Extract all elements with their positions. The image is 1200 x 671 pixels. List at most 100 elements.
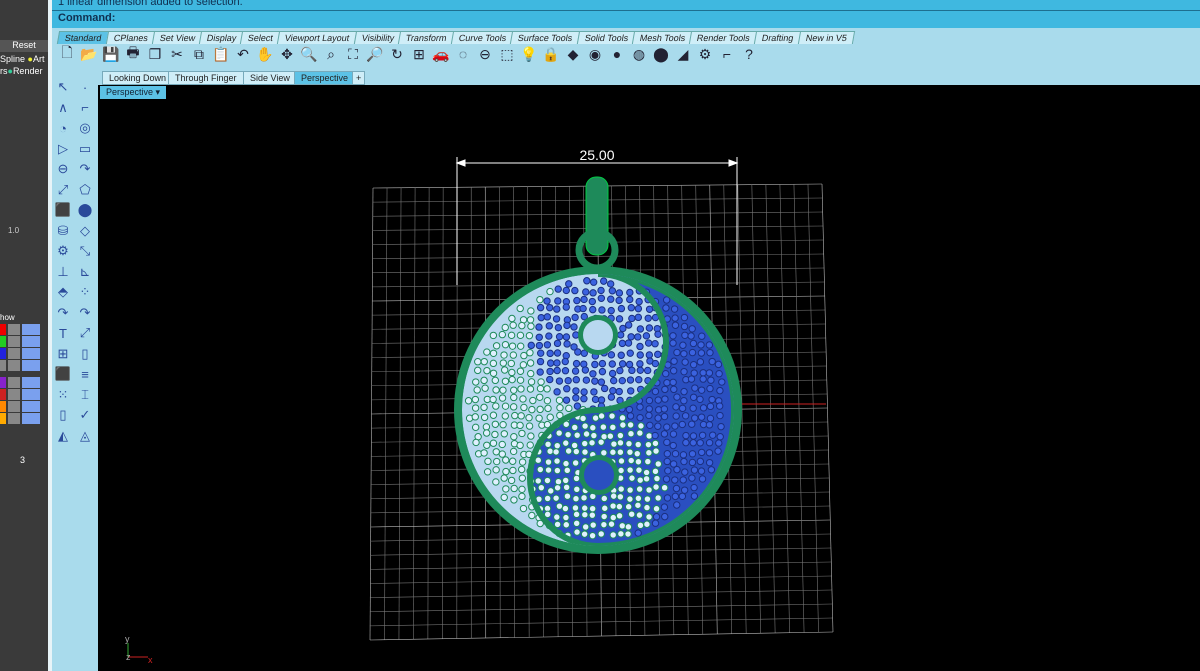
render-icon[interactable]: ◢ xyxy=(674,45,692,63)
new-file-icon[interactable]: 🗋 xyxy=(58,44,76,63)
tool-icon-7[interactable]: ▭ xyxy=(76,140,94,158)
layer-row[interactable] xyxy=(0,401,40,412)
layer-row[interactable] xyxy=(0,324,40,335)
zoom-icon[interactable]: 🔍 xyxy=(300,45,318,63)
tool-icon-16[interactable]: ⚙ xyxy=(54,242,72,260)
paste-icon[interactable]: 📋 xyxy=(212,45,230,63)
tool-icon-25[interactable]: ⤢ xyxy=(76,324,94,342)
toolbar-tab-curve-tools[interactable]: Curve Tools xyxy=(450,31,515,44)
dimension-icon[interactable]: ⌐ xyxy=(718,45,736,63)
tool-icon-24[interactable]: T xyxy=(54,324,72,342)
four-viewports-icon[interactable]: ⊞ xyxy=(410,45,428,63)
tool-icon-26[interactable]: ⊞ xyxy=(54,345,72,363)
tool-icon-23[interactable]: ↷ xyxy=(76,304,94,322)
shaded-sphere-icon[interactable]: ◍ xyxy=(630,45,648,63)
tab-perspective[interactable]: Perspective xyxy=(294,71,356,85)
options-icon[interactable]: ⚙ xyxy=(696,45,714,63)
layer-row[interactable] xyxy=(0,360,40,371)
zoom-extents-icon[interactable]: ⛶ xyxy=(344,45,362,63)
tool-icon-30[interactable]: ⁙ xyxy=(54,386,72,404)
tool-icon-34[interactable]: ◭ xyxy=(54,427,72,445)
tool-icon-20[interactable]: ⬘ xyxy=(54,283,72,301)
tool-icon-33[interactable]: ✓ xyxy=(76,406,94,424)
tool-icon-19[interactable]: ⊾ xyxy=(76,263,94,281)
light-icon[interactable]: 💡 xyxy=(520,45,538,63)
toolbar-tab-solid-tools[interactable]: Solid Tools xyxy=(576,31,637,44)
tool-icon-0[interactable]: ↖ xyxy=(54,78,72,96)
save-icon[interactable]: 💾 xyxy=(102,45,120,63)
car-icon[interactable]: 🚗 xyxy=(432,45,450,63)
perspective-viewport[interactable]: Perspective ▾ 25.00 y z x xyxy=(98,85,1200,671)
tool-icon-2[interactable]: ∧ xyxy=(54,99,72,117)
layer-list[interactable] xyxy=(0,324,40,425)
tool-icon-10[interactable]: ⤢ xyxy=(54,181,72,199)
toolbar-tab-display[interactable]: Display xyxy=(198,31,245,44)
pan-icon[interactable]: ✋ xyxy=(256,45,274,63)
toolbar-tab-surface-tools[interactable]: Surface Tools xyxy=(510,31,581,44)
reset-button[interactable]: Reset xyxy=(0,40,48,52)
color-wheel-icon[interactable]: ◉ xyxy=(586,45,604,63)
zoom-selected-icon[interactable]: 🔎 xyxy=(366,45,384,63)
tool-icon-9[interactable]: ↷ xyxy=(76,160,94,178)
tab-through-finger[interactable]: Through Finger xyxy=(168,71,244,85)
tool-icon-35[interactable]: ◬ xyxy=(76,427,94,445)
toolbar-tab-set-view[interactable]: Set View xyxy=(151,31,204,44)
tool-icon-4[interactable]: ◔ xyxy=(54,119,72,137)
zoom-window-icon[interactable]: ⌕ xyxy=(322,45,340,63)
blue-sphere-icon[interactable]: ⬤ xyxy=(652,45,670,63)
tool-icon-22[interactable]: ↷ xyxy=(54,304,72,322)
tool-icon-13[interactable]: ⬤ xyxy=(76,201,94,219)
rotate-view-icon[interactable]: ↻ xyxy=(388,45,406,63)
tool-icon-11[interactable]: ⬠ xyxy=(76,181,94,199)
open-icon[interactable]: 📂 xyxy=(80,45,98,63)
toolbar-tab-mesh-tools[interactable]: Mesh Tools xyxy=(631,31,694,44)
tool-icon-3[interactable]: ⌐ xyxy=(76,99,94,117)
command-area[interactable]: 1 linear dimension added to selection. C… xyxy=(52,0,1200,28)
hide-icon[interactable]: ◌ xyxy=(454,45,472,63)
command-prompt[interactable]: Command: xyxy=(58,12,115,24)
add-tab-button[interactable]: + xyxy=(352,71,366,85)
toolbar-tab-viewport-layout[interactable]: Viewport Layout xyxy=(277,31,358,44)
tool-icon-17[interactable]: ⤡ xyxy=(76,242,94,260)
tool-icon-14[interactable]: ⛁ xyxy=(54,222,72,240)
lock-icon[interactable]: 🔒 xyxy=(542,45,560,63)
tool-icon-21[interactable]: ⁘ xyxy=(76,283,94,301)
gem xyxy=(627,456,635,465)
tool-icon-15[interactable]: ◇ xyxy=(76,222,94,240)
material-icon[interactable]: ◆ xyxy=(564,45,582,63)
layer-row[interactable] xyxy=(0,348,40,359)
copy-file-icon[interactable]: ❐ xyxy=(146,45,164,63)
layer-row[interactable] xyxy=(0,377,40,388)
undo-icon[interactable]: ↶ xyxy=(234,45,252,63)
layer-row[interactable] xyxy=(0,389,40,400)
tool-icon-28[interactable]: ⬛ xyxy=(54,365,72,383)
tool-icon-5[interactable]: ◎ xyxy=(76,119,94,137)
tool-icon-18[interactable]: ⊥ xyxy=(54,263,72,281)
help-icon[interactable]: ? xyxy=(740,45,758,63)
tab-looking-down[interactable]: Looking Down xyxy=(102,71,174,85)
toolbar-tab-visibility[interactable]: Visibility xyxy=(353,31,403,44)
tool-icon-31[interactable]: ⌶ xyxy=(76,386,94,404)
tool-icon-1[interactable]: · xyxy=(76,78,94,96)
tool-icon-27[interactable]: ▯ xyxy=(76,345,94,363)
tool-icon-12[interactable]: ⬛ xyxy=(54,201,72,219)
tool-icon-29[interactable]: ≡ xyxy=(76,365,94,383)
tool-icon-32[interactable]: ▯ xyxy=(54,406,72,424)
show-icon[interactable]: ⊖ xyxy=(476,45,494,63)
layer-row[interactable] xyxy=(0,413,40,424)
tool-icon-8[interactable]: ⊖ xyxy=(54,160,72,178)
rotate-icon[interactable]: ✥ xyxy=(278,45,296,63)
print-icon[interactable]: 🖶 xyxy=(124,44,142,63)
cut-icon[interactable]: ✂ xyxy=(168,45,186,63)
toolbar-tab-render-tools[interactable]: Render Tools xyxy=(689,31,759,44)
toolbar-tab-drafting[interactable]: Drafting xyxy=(754,31,802,44)
render-sphere-icon[interactable]: ● xyxy=(608,45,626,63)
tab-side-view[interactable]: Side View xyxy=(243,71,297,85)
toolbar-tab-select[interactable]: Select xyxy=(240,31,282,44)
layer-row[interactable] xyxy=(0,336,40,347)
select-icon[interactable]: ⬚ xyxy=(498,45,516,63)
tool-icon-6[interactable]: ▷ xyxy=(54,140,72,158)
toolbar-tab-new-in-v5[interactable]: New in V5 xyxy=(797,31,855,44)
toolbar-tab-transform[interactable]: Transform xyxy=(398,31,456,44)
copy-icon[interactable]: ⧉ xyxy=(190,45,208,63)
